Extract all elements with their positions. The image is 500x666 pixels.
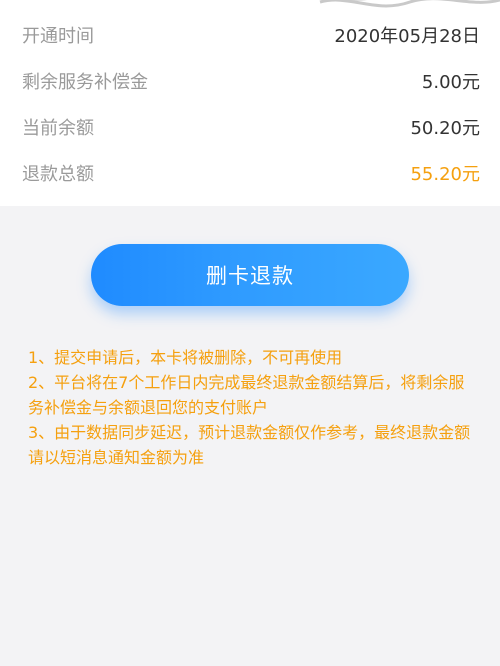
current-balance-label: 当前余额 [22,118,94,139]
service-compensation-label: 剩余服务补偿金 [22,72,148,93]
notes-list: 1、提交申请后，本卡将被删除，不可再使用 2、平台将在7个工作日内完成最终退款金… [28,345,478,470]
open-date-label: 开通时间 [22,26,94,47]
delete-card-refund-button[interactable]: 删卡退款 [91,244,409,306]
row-service-compensation: 剩余服务补偿金 5.00元 [0,58,500,104]
refund-total-value: 55.20元 [410,164,480,185]
note-item-3: 3、由于数据同步延迟，预计退款金额仅作参考，最终退款金额请以短消息通知金额为准 [28,423,471,467]
row-current-balance: 当前余额 50.20元 [0,104,500,150]
service-compensation-value: 5.00元 [421,72,480,93]
current-balance-value: 50.20元 [410,118,480,139]
row-open-date: 开通时间 2020年05月28日 [0,12,500,58]
note-item-1: 1、提交申请后，本卡将被删除，不可再使用 [28,348,343,367]
refund-details-card: 开通时间 2020年05月28日 剩余服务补偿金 5.00元 当前余额 50.2… [0,0,500,206]
refund-total-label: 退款总额 [22,164,94,185]
open-date-value: 2020年05月28日 [334,26,480,47]
delete-card-refund-label: 删卡退款 [206,264,294,288]
row-refund-total: 退款总额 55.20元 [0,150,500,196]
note-item-2: 2、平台将在7个工作日内完成最终退款金额结算后，将剩余服务补偿金与余额退回您的支… [28,373,465,417]
